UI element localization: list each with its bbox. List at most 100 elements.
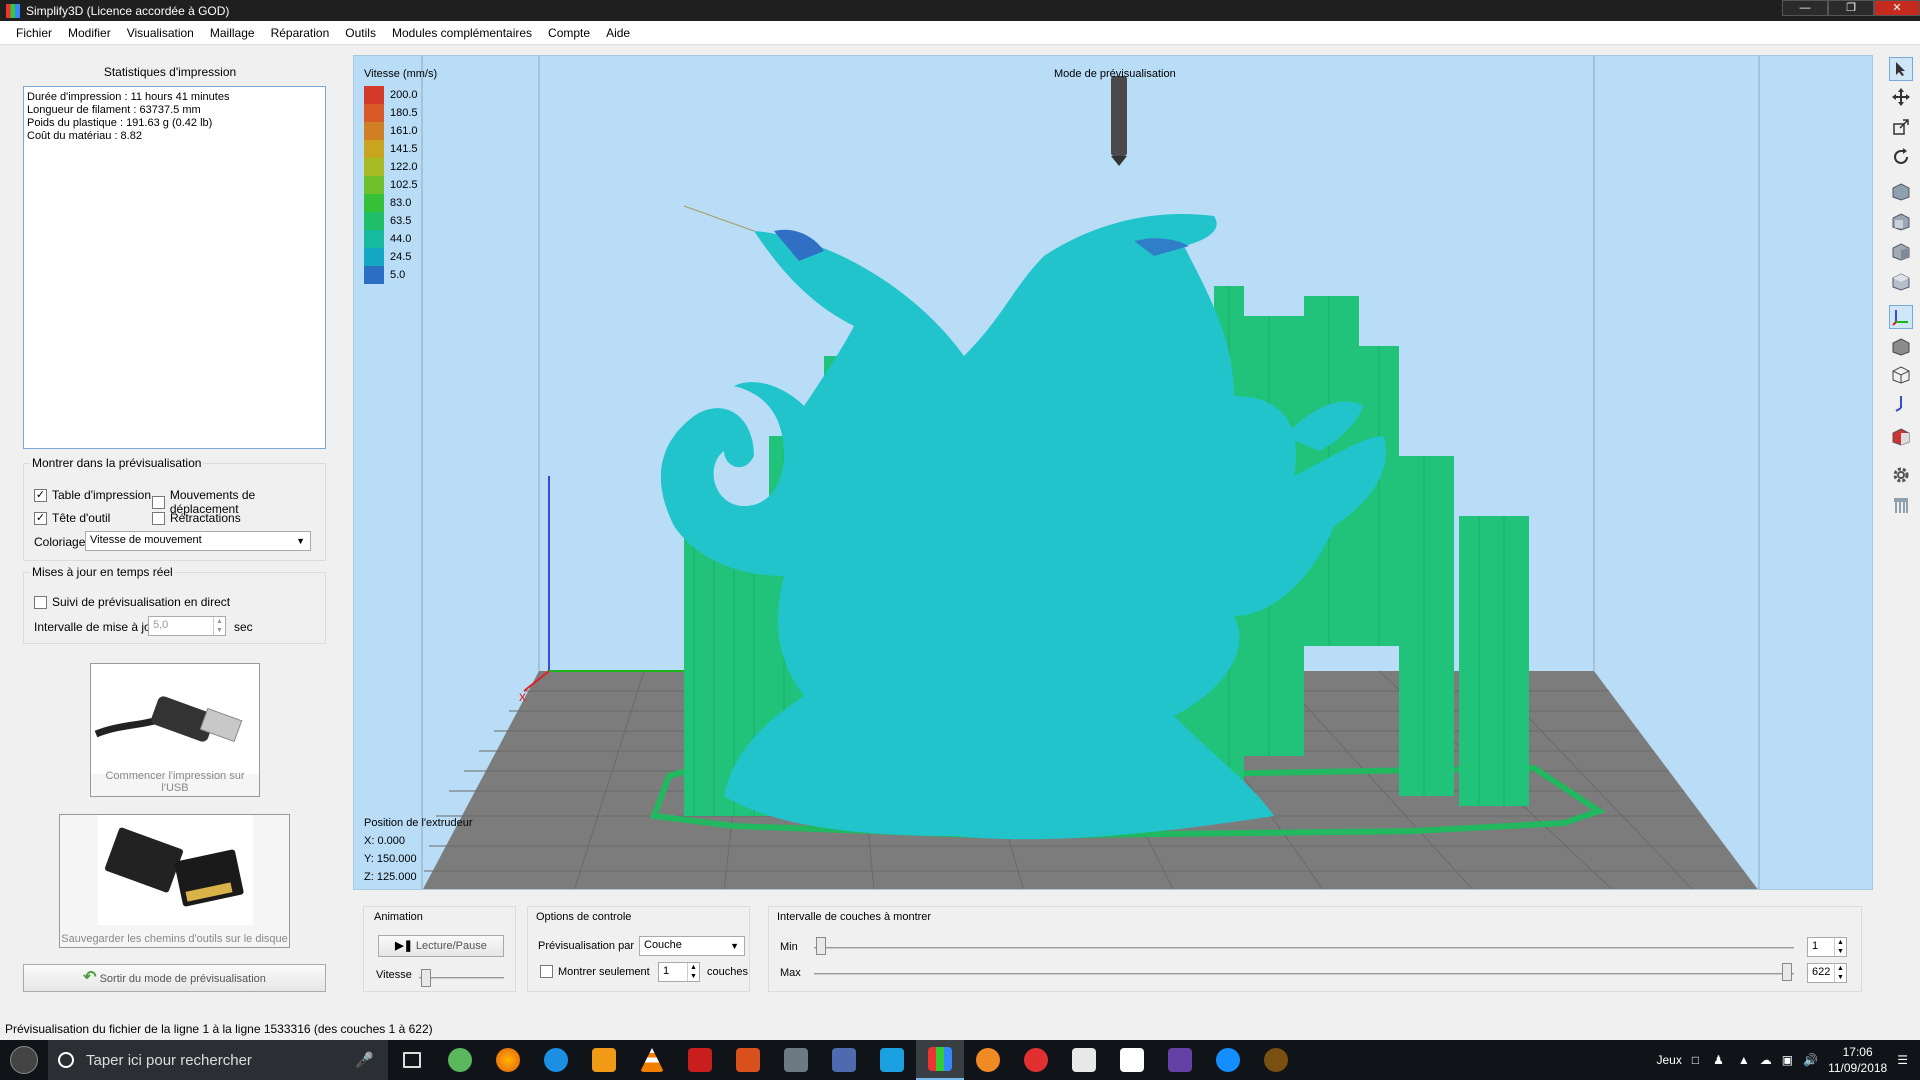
show-only-input[interactable]: 1 ▲ ▼ [658, 962, 700, 982]
spinner-arrows-icon[interactable]: ▲ ▼ [687, 963, 699, 981]
checkbox-box[interactable] [34, 595, 47, 609]
checkbox-live-follow[interactable]: Suivi de prévisualisation en direct [34, 595, 230, 609]
c-app-icon[interactable] [868, 1040, 916, 1080]
interval-input[interactable]: 5,0 ▲ ▼ [148, 616, 226, 636]
firefox-icon[interactable] [484, 1040, 532, 1080]
clock[interactable]: 17:06 11/09/2018 [1828, 1044, 1887, 1076]
checkbox-label: Tête d'outil [52, 511, 111, 525]
checkbox-tool-head[interactable]: ✓ Tête d'outil [34, 511, 110, 525]
red-app-icon[interactable] [1012, 1040, 1060, 1080]
menu-help[interactable]: Aide [598, 26, 638, 40]
edge-icon[interactable] [532, 1040, 580, 1080]
spinner-arrows-icon[interactable]: ▲ ▼ [213, 617, 225, 635]
warcraft-icon[interactable] [1252, 1040, 1300, 1080]
mesh-analysis-icon[interactable] [1889, 425, 1913, 449]
network-icon[interactable]: ▣ [1782, 1053, 1793, 1067]
spinner-arrows-icon[interactable]: ▲ ▼ [1834, 938, 1846, 956]
menu-account[interactable]: Compte [540, 26, 598, 40]
solid-view-icon[interactable] [1889, 335, 1913, 359]
start-button[interactable] [0, 1040, 48, 1080]
control-options-title: Options de controle [536, 911, 632, 923]
modeling-app-icon[interactable] [772, 1040, 820, 1080]
speed-slider-handle[interactable] [421, 969, 431, 987]
volume-icon[interactable]: 🔊 [1803, 1053, 1818, 1067]
move-tool-icon[interactable] [1889, 85, 1913, 109]
illustrator-icon[interactable] [724, 1040, 772, 1080]
vlc-icon[interactable] [628, 1040, 676, 1080]
blender-icon[interactable] [964, 1040, 1012, 1080]
wireframe-view-icon[interactable] [1889, 363, 1913, 387]
media-player-icon[interactable] [580, 1040, 628, 1080]
checkbox-box[interactable]: ✓ [34, 488, 47, 502]
side-view-icon[interactable] [1889, 240, 1913, 264]
battlenet-icon[interactable] [1204, 1040, 1252, 1080]
group-title: Montrer dans la prévisualisation [30, 456, 204, 470]
notifications-icon[interactable]: ☰ [1897, 1053, 1908, 1067]
min-slider-handle[interactable] [816, 937, 826, 955]
front-view-icon[interactable] [1889, 210, 1913, 234]
play-pause-button[interactable]: ▶❚ Lecture/Pause [378, 935, 504, 957]
checkbox-box[interactable] [540, 965, 553, 978]
legend-label: 83.0 [390, 197, 412, 209]
stats-box[interactable]: Durée d'impression : 11 hours 41 minutes… [23, 86, 326, 449]
games-toolbar-icon[interactable]: □ [1692, 1053, 1699, 1067]
supports-tool-icon[interactable] [1889, 493, 1913, 517]
min-slider-track[interactable] [814, 947, 1794, 949]
select-tool-icon[interactable] [1889, 57, 1913, 81]
store-icon[interactable] [1108, 1040, 1156, 1080]
max-layer-input[interactable]: 622 ▲ ▼ [1807, 963, 1847, 983]
checkbox-box[interactable] [152, 511, 165, 525]
view-toolbar [1883, 55, 1919, 835]
cross-section-icon[interactable] [1889, 391, 1913, 415]
chevron-up-icon[interactable]: ▲ [1738, 1053, 1750, 1067]
layer-range-title: Intervalle de couches à montrer [777, 911, 932, 923]
checkbox-show-only[interactable]: Montrer seulement [540, 965, 650, 978]
twitch-icon[interactable] [1156, 1040, 1204, 1080]
maximize-button[interactable]: ❐ [1828, 0, 1874, 16]
checkbox-box[interactable] [152, 495, 165, 509]
preview-by-select[interactable]: Couche ▼ [639, 936, 745, 956]
show-only-value: 1 [663, 965, 670, 977]
clover-app-icon[interactable] [436, 1040, 484, 1080]
max-slider-handle[interactable] [1782, 963, 1792, 981]
task-view-icon[interactable] [388, 1040, 436, 1080]
menu-file[interactable]: Fichier [8, 26, 60, 40]
card-app-icon[interactable] [820, 1040, 868, 1080]
simplify3d-taskbar-icon[interactable] [916, 1040, 964, 1080]
menu-mesh[interactable]: Maillage [202, 26, 263, 40]
games-label[interactable]: Jeux [1657, 1053, 1682, 1067]
checkbox-retractions[interactable]: Rétractations [152, 511, 241, 525]
recorder-app-icon[interactable] [676, 1040, 724, 1080]
menu-addons[interactable]: Modules complémentaires [384, 26, 540, 40]
menu-repair[interactable]: Réparation [263, 26, 338, 40]
preview-viewport[interactable]: x Vitesse (mm/s) 200.0 180.5 161.0 141.5… [353, 55, 1873, 890]
save-toolpaths-button[interactable]: Sauvegarder les chemins d'outils sur le … [59, 814, 290, 948]
menu-view[interactable]: Visualisation [119, 26, 202, 40]
minimize-button[interactable]: — [1782, 0, 1828, 16]
menu-edit[interactable]: Modifier [60, 26, 119, 40]
back-arrow-icon: ↶ [83, 969, 97, 986]
control-options-group: Options de controle Prévisualisation par… [527, 906, 750, 992]
axes-toggle-icon[interactable] [1889, 305, 1913, 329]
max-slider-track[interactable] [814, 973, 1794, 975]
settings-gear-icon[interactable] [1889, 463, 1913, 487]
checkbox-box[interactable]: ✓ [34, 511, 47, 525]
close-button[interactable]: ✕ [1874, 0, 1920, 16]
top-view-icon[interactable] [1889, 270, 1913, 294]
microphone-icon[interactable]: 🎤 [355, 1051, 374, 1069]
spinner-arrows-icon[interactable]: ▲ ▼ [1834, 964, 1846, 982]
cloud-icon[interactable]: ☁ [1760, 1053, 1772, 1067]
rotate-tool-icon[interactable] [1889, 145, 1913, 169]
menu-tools[interactable]: Outils [337, 26, 384, 40]
coloring-select[interactable]: Vitesse de mouvement ▼ [85, 531, 311, 551]
people-icon[interactable]: ♟ [1713, 1053, 1724, 1067]
exit-preview-button[interactable]: ↶ Sortir du mode de prévisualisation [23, 964, 326, 992]
mail-icon[interactable] [1060, 1040, 1108, 1080]
scale-tool-icon[interactable] [1889, 115, 1913, 139]
speed-slider-track[interactable] [419, 977, 504, 979]
taskbar-search[interactable]: Taper ici pour rechercher 🎤 [48, 1040, 388, 1080]
checkbox-print-table[interactable]: ✓ Table d'impression [34, 488, 151, 502]
iso-view-icon[interactable] [1889, 180, 1913, 204]
usb-print-button[interactable]: Commencer l'impression sur l'USB [90, 663, 260, 797]
min-layer-input[interactable]: 1 ▲ ▼ [1807, 937, 1847, 957]
